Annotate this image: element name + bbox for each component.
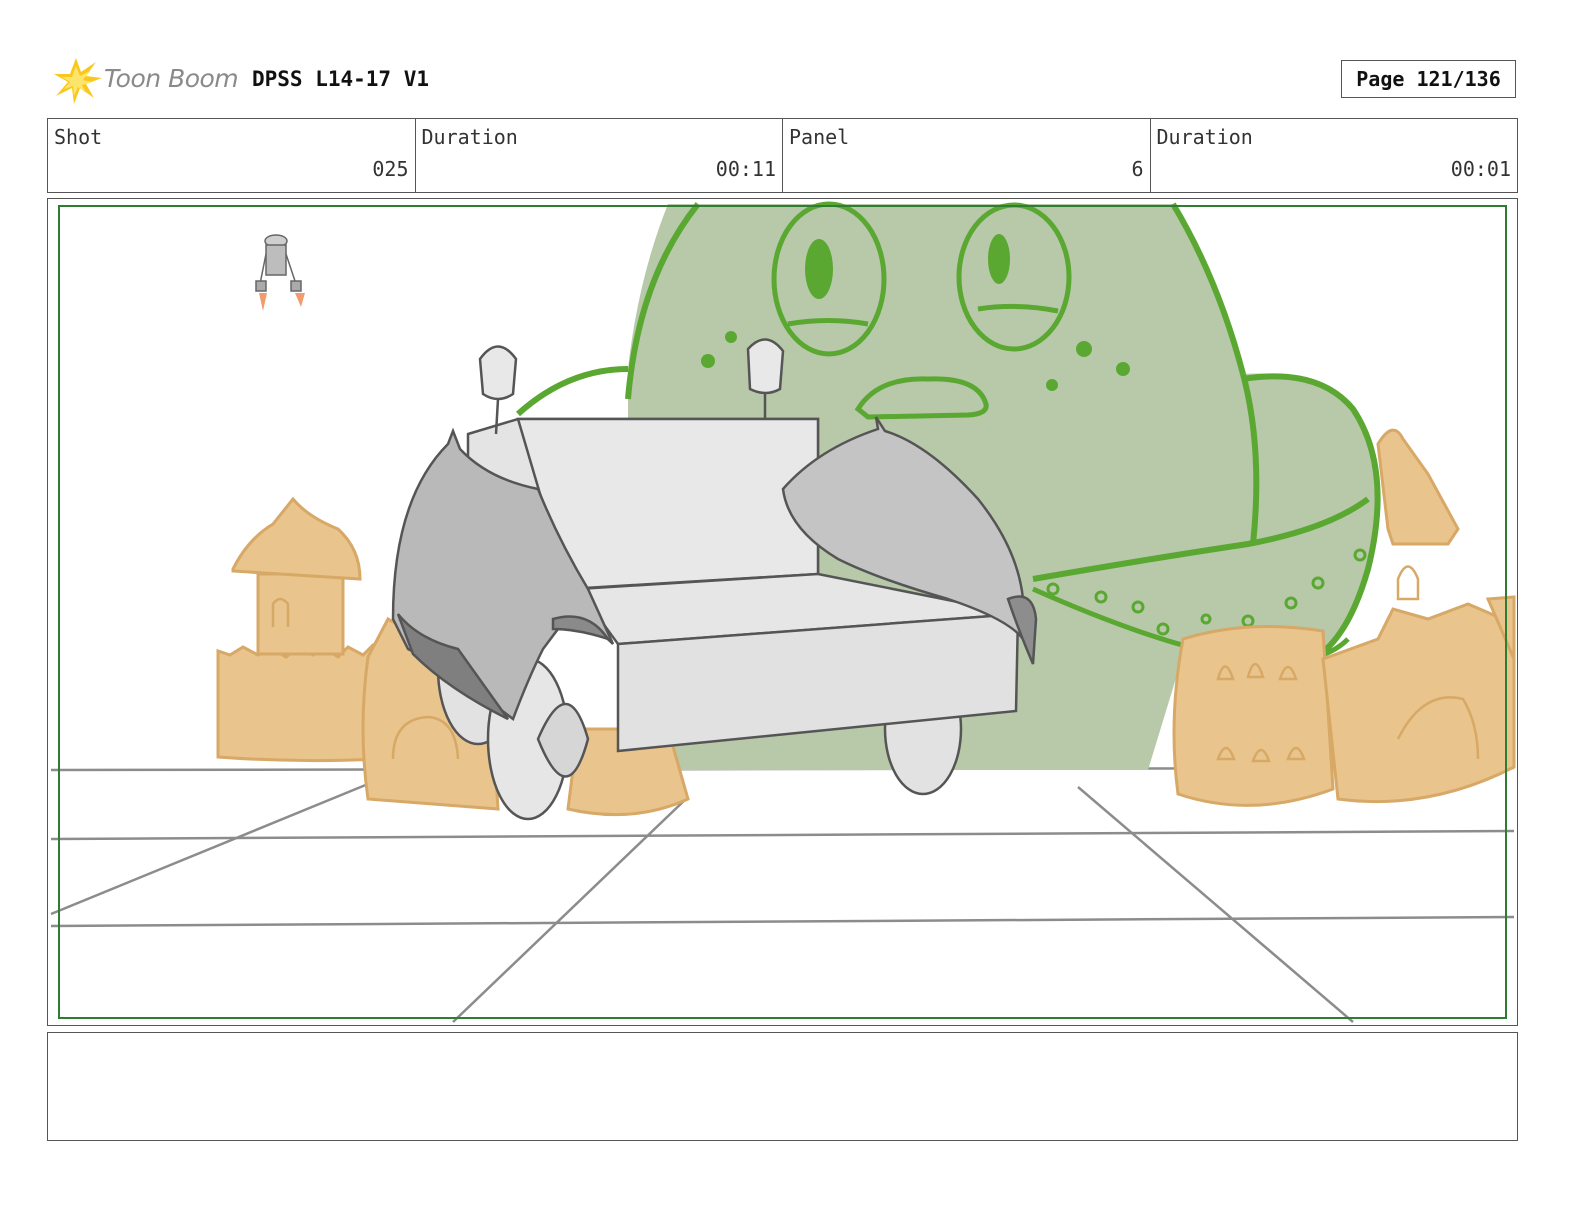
shot-label: Shot: [54, 125, 103, 149]
panel-duration-label: Duration: [1156, 125, 1253, 149]
jetpack-figure: [255, 234, 305, 311]
starburst-logo-icon: [54, 58, 102, 104]
shot-duration-cell: Duration 00:11: [416, 119, 783, 192]
storyboard-panel: [47, 198, 1518, 1026]
logo-text: Toon Boom: [104, 64, 239, 93]
panel-duration-value: 00:01: [1450, 157, 1511, 181]
panel-label: Panel: [789, 125, 850, 149]
shot-duration-label: Duration: [421, 125, 518, 149]
panel-cell: Panel 6: [783, 119, 1151, 192]
panel-notes: [47, 1032, 1518, 1141]
panel-drawing: [50, 201, 1516, 1023]
shot-info-table: Shot 025 Duration 00:11 Panel 6 Duration…: [47, 118, 1518, 193]
floor-grid: [50, 766, 1515, 1023]
project-title: DPSS L14-17 V1: [252, 67, 430, 91]
shot-value: 025: [372, 157, 409, 181]
shot-duration-value: 00:11: [715, 157, 776, 181]
panel-value: 6: [1131, 157, 1144, 181]
panel-duration-cell: Duration 00:01: [1151, 119, 1518, 192]
shot-cell: Shot 025: [48, 119, 416, 192]
page-indicator: Page 121/136: [1341, 60, 1516, 98]
